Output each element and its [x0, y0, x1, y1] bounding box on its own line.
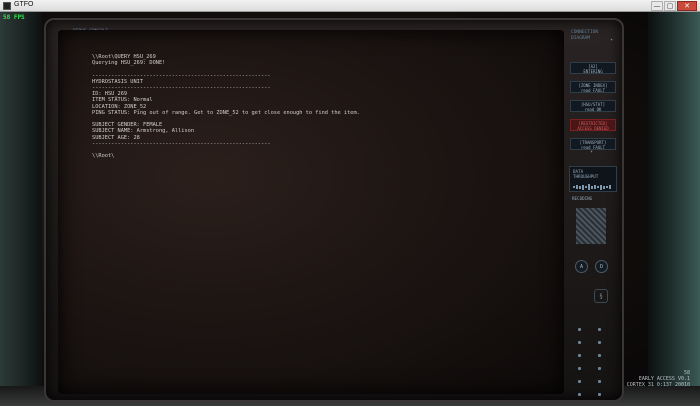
terminal-line: \\Root\ [92, 153, 115, 160]
tentacle-logo-icon: § [594, 289, 608, 303]
fps-counter: 58 FPS [3, 14, 25, 21]
indicator-dot [578, 367, 581, 370]
connection-node-status: read OK [584, 107, 602, 112]
minimize-button[interactable]: — [651, 1, 663, 11]
version-footer: 58 EARLY ACCESS V0.1 CORTEX 31 0:137 200… [627, 370, 690, 388]
close-button[interactable]: ✕ [677, 1, 697, 11]
indicator-dot [578, 328, 581, 331]
indicator-dot [598, 393, 601, 396]
window-titlebar: GTFO — ▢ ✕ [0, 0, 700, 12]
indicator-dot [578, 354, 581, 357]
link-icon: ✦ [610, 37, 614, 43]
connection-node: [ZONE INDEX] read FAULT [570, 81, 616, 93]
connection-node-status: ENTERING [583, 69, 603, 74]
background-wall-left [0, 12, 42, 406]
data-title-line2: THROUGHPUT [573, 174, 599, 179]
indicator-dot [578, 380, 581, 383]
waveform-bar [579, 185, 581, 189]
window-controls: — ▢ ✕ [651, 1, 697, 11]
background-wall-right [648, 12, 700, 406]
indicator-dot [578, 341, 581, 344]
waveform-bar [609, 185, 611, 189]
waveform-bar [606, 186, 608, 188]
connection-node-status: ACCESS DENIED [577, 126, 609, 131]
waveform-bar [576, 185, 578, 189]
indicator-dot [578, 393, 581, 396]
connection-node: [A2] ENTERING [570, 62, 616, 74]
connection-title-line1: CONNECTION [571, 30, 599, 35]
waveform-bar [588, 184, 590, 190]
recoding-label: RECODING [572, 196, 593, 201]
connection-node: [HSU/STAT] read OK [570, 100, 616, 112]
connection-diagram-title: CONNECTION DIAGRAM [571, 30, 598, 41]
app-icon [3, 2, 11, 10]
waveform-bar [600, 184, 602, 190]
indicator-dot [598, 354, 601, 357]
side-panel: CONNECTION DIAGRAM ✦ [A2] ENTERING [ZONE I… [568, 30, 618, 396]
throughput-waveform [573, 184, 613, 190]
terminal-monitor: DEBUG CONSOLE [ENABLED] LOADING CHARGES … [44, 18, 624, 402]
connection-node-status: read FAULT [580, 88, 606, 93]
recoding-static-image [576, 208, 606, 244]
waveform-bar [585, 186, 587, 188]
data-throughput-box: DATA THROUGHPUT [569, 166, 617, 192]
indicator-dot [598, 380, 601, 383]
waveform-bar [591, 185, 593, 189]
d-button[interactable]: D [595, 260, 608, 273]
indicator-dot [598, 328, 601, 331]
terminal-output: \\Root\QUERY HSU_269 Querying HSU_269: DO… [92, 54, 552, 159]
waveform-bar [603, 185, 605, 189]
waveform-bar [594, 185, 596, 189]
indicator-dot [598, 367, 601, 370]
build-info: CORTEX 31 0:137 20010 [626, 382, 690, 388]
maximize-button[interactable]: ▢ [664, 1, 676, 11]
data-throughput-title: DATA THROUGHPUT [573, 169, 598, 179]
a-button[interactable]: A [575, 260, 588, 273]
chevron-down-icon: ▾ [590, 149, 594, 155]
game-viewport[interactable]: 58 FPS DEBUG CONSOLE [ENABLED] LOADING C… [0, 12, 700, 406]
window-title: GTFO [14, 1, 34, 8]
waveform-bar [573, 186, 575, 188]
waveform-bar [597, 186, 599, 188]
indicator-dot [598, 341, 601, 344]
connection-title-line2: DIAGRAM [571, 35, 590, 41]
connection-node: [RESTRICTED] ACCESS DENIED [570, 119, 616, 131]
waveform-bar [582, 184, 584, 190]
